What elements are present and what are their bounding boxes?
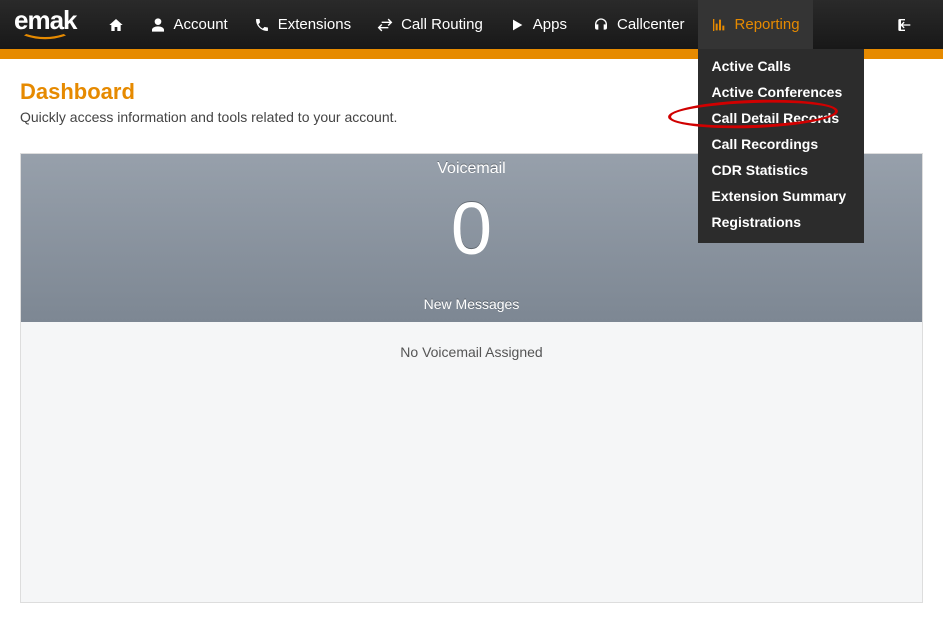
user-icon <box>150 17 166 33</box>
brand-text: emak <box>14 9 77 32</box>
nav-home[interactable] <box>95 0 137 49</box>
nav-call-routing[interactable]: Call Routing <box>364 0 496 49</box>
dropdown-extension-summary[interactable]: Extension Summary <box>698 183 865 209</box>
dropdown-call-detail-records[interactable]: Call Detail Records <box>698 105 865 131</box>
logout-button[interactable] <box>891 17 919 33</box>
brand-swoosh-icon <box>22 34 68 40</box>
nav-callcenter[interactable]: Callcenter <box>580 0 698 49</box>
brand-logo[interactable]: emak <box>0 9 95 40</box>
dropdown-registrations[interactable]: Registrations <box>698 209 865 235</box>
nav-apps[interactable]: Apps <box>496 0 580 49</box>
voicemail-caption: New Messages <box>21 296 922 312</box>
home-icon <box>108 17 124 33</box>
phone-icon <box>254 17 270 33</box>
bar-chart-icon <box>711 17 727 33</box>
headset-icon <box>593 17 609 33</box>
nav-reporting-label: Reporting <box>735 16 800 33</box>
nav-items: Account Extensions Call Routing Apps Cal… <box>95 0 813 49</box>
dropdown-active-conferences[interactable]: Active Conferences <box>698 79 865 105</box>
dropdown-cdr-statistics[interactable]: CDR Statistics <box>698 157 865 183</box>
navbar: emak Account Extensions Call Routing App… <box>0 0 943 49</box>
voicemail-empty-text: No Voicemail Assigned <box>400 344 542 360</box>
nav-account[interactable]: Account <box>137 0 241 49</box>
logout-icon <box>897 17 913 33</box>
dropdown-active-calls[interactable]: Active Calls <box>698 53 865 79</box>
nav-callcenter-label: Callcenter <box>617 16 685 33</box>
play-icon <box>509 17 525 33</box>
dropdown-call-recordings[interactable]: Call Recordings <box>698 131 865 157</box>
nav-extensions-label: Extensions <box>278 16 351 33</box>
nav-extensions[interactable]: Extensions <box>241 0 364 49</box>
nav-reporting[interactable]: Reporting Active Calls Active Conference… <box>698 0 813 49</box>
voicemail-panel-body: No Voicemail Assigned <box>21 322 922 382</box>
reporting-dropdown: Active Calls Active Conferences Call Det… <box>698 49 865 243</box>
nav-call-routing-label: Call Routing <box>401 16 483 33</box>
nav-account-label: Account <box>174 16 228 33</box>
nav-apps-label: Apps <box>533 16 567 33</box>
exchange-icon <box>377 17 393 33</box>
dropdown-cdr-label: Call Detail Records <box>712 110 840 126</box>
nav-right <box>891 17 937 33</box>
